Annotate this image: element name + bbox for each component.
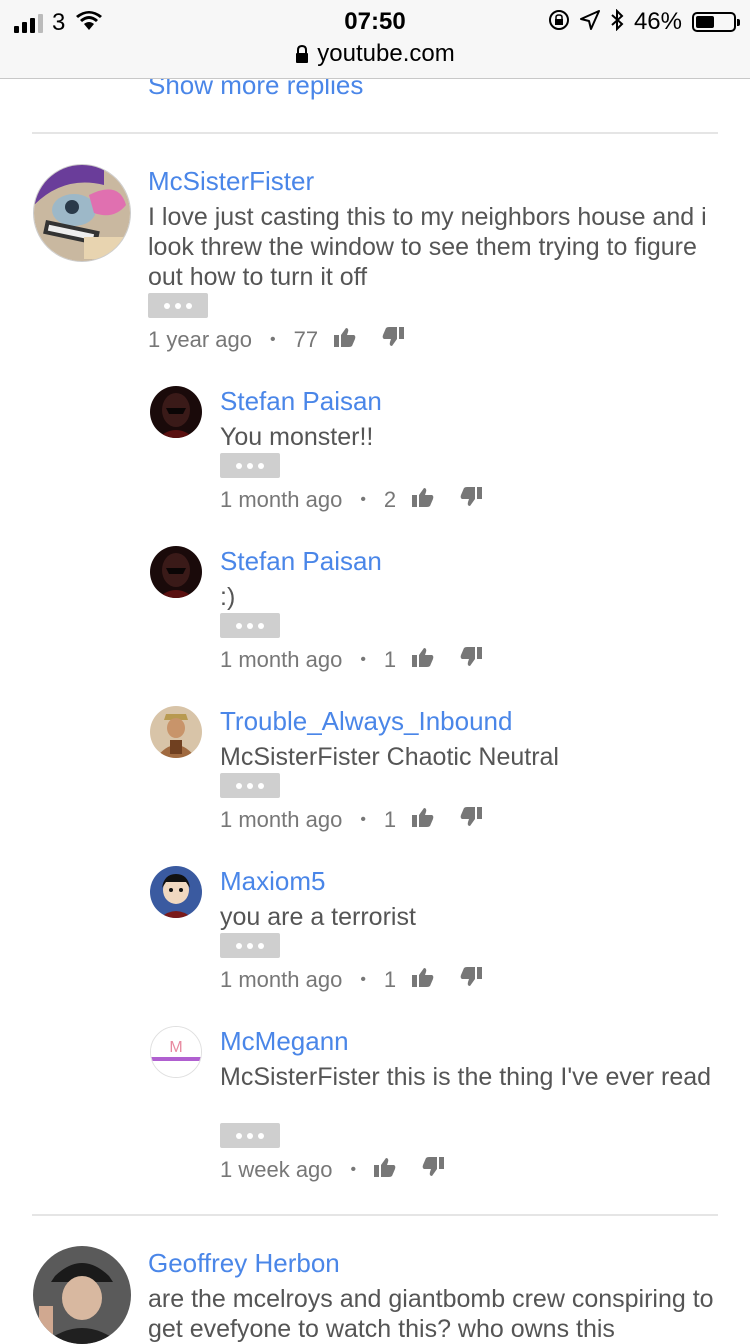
thumbs-down-icon[interactable]: [422, 1157, 445, 1183]
avatar-letter: M: [169, 1039, 182, 1056]
comment-text: I love just casting this to my neighbors…: [148, 203, 707, 291]
reply-text: :): [220, 583, 236, 611]
thumbs-up-icon[interactable]: [374, 1157, 396, 1183]
separator-dot: •: [360, 651, 366, 668]
reply-text: McSisterFister this is the thing I've ev…: [220, 1063, 712, 1091]
battery-percent: 46%: [633, 8, 682, 35]
more-options-button[interactable]: [220, 453, 280, 478]
avatar[interactable]: [150, 546, 202, 598]
reply-time: 1 month ago: [220, 487, 343, 512]
orientation-lock-icon: [548, 9, 570, 36]
reply-time: 1 month ago: [220, 807, 343, 832]
reply-meta: 1 month ago • 1: [220, 647, 483, 673]
like-count: 1: [383, 647, 397, 672]
lock-icon: [295, 42, 309, 70]
thumbs-down-icon[interactable]: [460, 807, 483, 833]
avatar[interactable]: [150, 706, 202, 758]
more-options-button[interactable]: [220, 1123, 280, 1148]
thumbs-down-icon[interactable]: [460, 647, 483, 673]
thumbs-down-icon[interactable]: [460, 487, 483, 513]
reply-meta: 1 week ago •: [220, 1157, 445, 1183]
divider: [32, 132, 718, 134]
avatar[interactable]: [33, 164, 131, 262]
thumbs-up-icon[interactable]: [412, 967, 434, 993]
comment-meta: 1 year ago • 77: [148, 327, 405, 353]
reply-author[interactable]: Stefan Paisan: [220, 546, 382, 577]
reply-meta: 1 month ago • 2: [220, 487, 483, 513]
separator-dot: •: [360, 811, 366, 828]
bluetooth-icon: [610, 8, 624, 36]
separator-dot: •: [350, 1161, 357, 1178]
comment-text: are the mcelroys and giantbomb crew cons…: [148, 1285, 714, 1343]
like-count: 1: [383, 967, 397, 992]
avatar[interactable]: M: [150, 1026, 202, 1078]
comment-author[interactable]: Geoffrey Herbon: [148, 1248, 340, 1279]
like-count: 1: [383, 807, 397, 832]
thumbs-up-icon[interactable]: [412, 807, 434, 833]
thumbs-down-icon[interactable]: [382, 327, 405, 353]
reply-meta: 1 month ago • 1: [220, 967, 483, 993]
reply-author[interactable]: McMegann: [220, 1026, 349, 1057]
battery-icon: [692, 12, 740, 32]
reply-meta: 1 month ago • 1: [220, 807, 483, 833]
comments-section: Show more replies McSisterFister I love …: [0, 0, 750, 1344]
thumbs-up-icon[interactable]: [334, 327, 356, 353]
reply-author[interactable]: Stefan Paisan: [220, 386, 382, 417]
more-options-button[interactable]: [148, 293, 208, 318]
reply-time: 1 week ago: [220, 1157, 333, 1182]
separator-dot: •: [360, 971, 366, 988]
more-options-button[interactable]: [220, 773, 280, 798]
avatar[interactable]: [33, 1246, 131, 1344]
more-options-button[interactable]: [220, 613, 280, 638]
url-text: youtube.com: [317, 40, 455, 67]
like-count: 77: [293, 327, 319, 352]
avatar[interactable]: [150, 866, 202, 918]
location-icon: [579, 9, 600, 35]
comment-author[interactable]: McSisterFister: [148, 166, 314, 197]
reply-author[interactable]: Maxiom5: [220, 866, 325, 897]
reply-text: You monster!!: [220, 423, 374, 451]
reply-text: you are a terrorist: [220, 903, 416, 931]
address-bar[interactable]: youtube.com: [0, 40, 750, 70]
separator-dot: •: [269, 331, 276, 348]
separator-dot: •: [360, 491, 366, 508]
thumbs-up-icon[interactable]: [412, 647, 434, 673]
avatar[interactable]: [150, 386, 202, 438]
reply-time: 1 month ago: [220, 967, 343, 992]
thumbs-up-icon[interactable]: [412, 487, 434, 513]
thumbs-down-icon[interactable]: [460, 967, 483, 993]
like-count: 2: [383, 487, 397, 512]
more-options-button[interactable]: [220, 933, 280, 958]
status-right: 46%: [548, 8, 740, 36]
divider: [32, 1214, 718, 1216]
reply-author[interactable]: Trouble_Always_Inbound: [220, 706, 512, 737]
reply-text: McSisterFister Chaotic Neutral: [220, 743, 559, 771]
reply-time: 1 month ago: [220, 647, 343, 672]
status-bar: 3 07:50 youtube.com 46%: [0, 0, 750, 79]
comment-time: 1 year ago: [148, 327, 252, 352]
